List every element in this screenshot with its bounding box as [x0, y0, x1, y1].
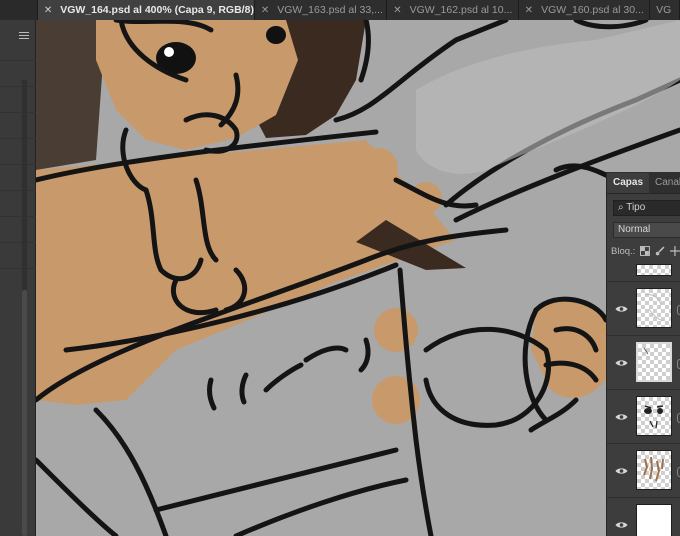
- lock-transparency-icon[interactable]: [640, 246, 651, 256]
- close-icon[interactable]: ✕: [393, 5, 401, 16]
- brush-icon[interactable]: [655, 246, 665, 256]
- filter-label: Tipo: [626, 202, 646, 213]
- layers-list: [607, 264, 680, 536]
- divider: [0, 216, 36, 217]
- layer-filter-select[interactable]: ⌕ Tipo: [613, 200, 680, 216]
- divider: [0, 138, 36, 139]
- document-canvas[interactable]: [36, 20, 680, 536]
- tab-vgw-160[interactable]: ✕ VGW_160.psd al 30...: [518, 0, 651, 20]
- scroll-thumb[interactable]: [22, 290, 27, 536]
- layer-thumbnail: [636, 504, 672, 536]
- layer-row-selected[interactable]: [607, 336, 680, 390]
- tab-canales[interactable]: Canale: [649, 173, 680, 193]
- divider: [0, 60, 36, 61]
- eye-icon[interactable]: [615, 467, 628, 475]
- document-tab-bar: ✕ VGW_164.psd al 400% (Capa 9, RGB/8) * …: [0, 0, 680, 20]
- tab-vg[interactable]: VG: [650, 0, 680, 20]
- tab-label: VG: [656, 4, 672, 16]
- divider: [0, 242, 36, 243]
- layer-thumbnail: [636, 450, 672, 490]
- panel-menu-icon[interactable]: [19, 32, 29, 40]
- close-icon[interactable]: ✕: [525, 5, 533, 16]
- divider: [0, 86, 36, 87]
- move-icon[interactable]: [670, 246, 680, 256]
- artwork: [36, 20, 680, 536]
- layer-row[interactable]: [607, 264, 680, 282]
- layer-row[interactable]: [607, 444, 680, 498]
- divider: [0, 268, 36, 269]
- layers-panel: Capas Canale ⌕ Tipo Normal Bloq.:: [606, 172, 680, 536]
- layer-row[interactable]: [607, 390, 680, 444]
- close-icon[interactable]: ✕: [44, 5, 52, 16]
- divider: [0, 190, 36, 191]
- eye-icon[interactable]: [615, 305, 628, 313]
- tab-label: VGW_160.psd al 30...: [541, 4, 644, 16]
- layer-thumbnail: [636, 342, 672, 382]
- lock-label: Bloq.:: [611, 245, 636, 257]
- layer-row[interactable]: [607, 282, 680, 336]
- eye-icon[interactable]: [615, 521, 628, 529]
- layers-panel-tabs: Capas Canale: [607, 172, 680, 194]
- tab-vgw-162[interactable]: ✕ VGW_162.psd al 10...: [387, 0, 519, 20]
- tab-vgw-164[interactable]: ✕ VGW_164.psd al 400% (Capa 9, RGB/8) *: [37, 0, 255, 20]
- divider: [0, 164, 36, 165]
- lock-row: Bloq.:: [611, 243, 680, 259]
- tab-label: VGW_163.psd al 33,...: [277, 4, 383, 16]
- divider: [0, 112, 36, 113]
- tab-label: VGW_164.psd al 400% (Capa 9, RGB/8) *: [60, 4, 255, 16]
- layer-thumbnail: [636, 264, 672, 276]
- blend-mode-select[interactable]: Normal: [613, 222, 680, 238]
- tab-vgw-163[interactable]: ✕ VGW_163.psd al 33,...: [254, 0, 388, 20]
- eye-icon[interactable]: [615, 359, 628, 367]
- search-icon: ⌕: [618, 202, 624, 213]
- layer-thumbnail: [636, 396, 672, 436]
- eye-icon[interactable]: [615, 413, 628, 421]
- close-icon[interactable]: ✕: [261, 5, 269, 16]
- tab-capas[interactable]: Capas: [607, 173, 650, 193]
- layer-row[interactable]: [607, 498, 680, 536]
- left-panel-strip: [0, 20, 36, 536]
- tab-label: VGW_162.psd al 10...: [409, 4, 513, 16]
- tab-bar-corner: [0, 0, 38, 20]
- layer-thumbnail: [636, 288, 672, 328]
